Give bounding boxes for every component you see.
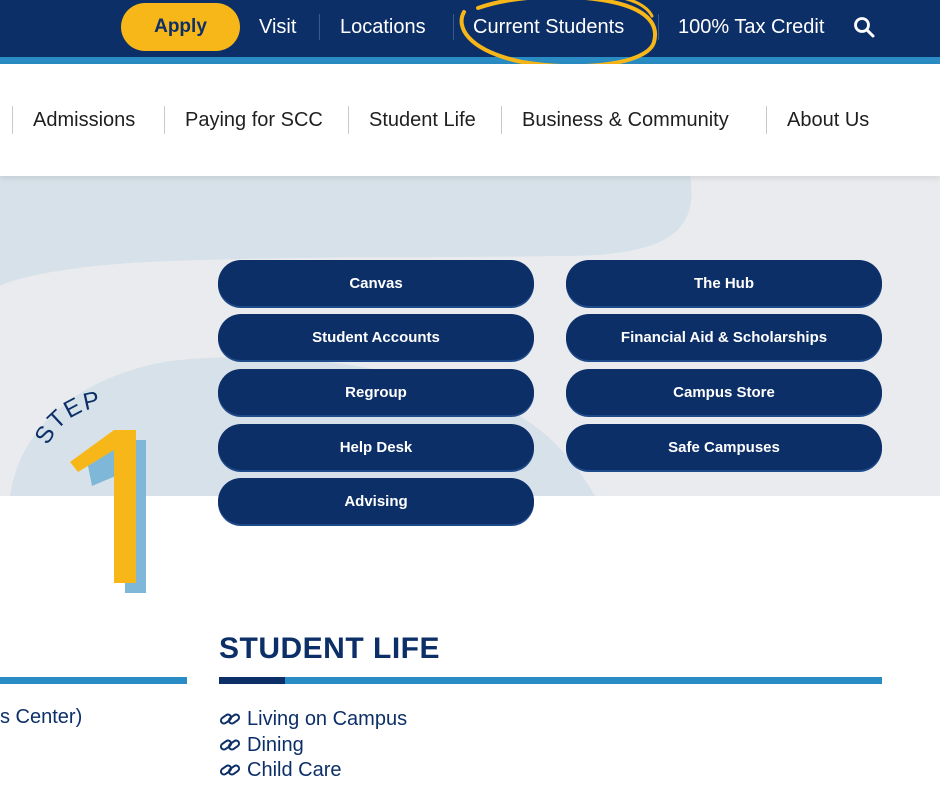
quick-link-student-accounts[interactable]: Student Accounts (218, 314, 534, 360)
main-nav-separator (501, 106, 502, 134)
main-nav-about-us[interactable]: About Us (787, 64, 869, 176)
util-separator (658, 14, 659, 40)
left-section-rule (0, 677, 187, 684)
main-nav-paying-for-scc[interactable]: Paying for SCC (185, 64, 323, 176)
util-link-current-students[interactable]: Current Students (473, 0, 624, 54)
student-life-link-label: Living on Campus (247, 707, 408, 730)
main-nav-separator (12, 106, 13, 134)
utility-bar-stripe (0, 57, 940, 64)
student-life-rule (219, 677, 882, 684)
quick-link-financial-aid[interactable]: Financial Aid & Scholarships (566, 314, 882, 360)
student-life-link-child-care[interactable]: Child Care (219, 758, 341, 782)
student-life-link-label: Child Care (247, 758, 342, 781)
util-separator (453, 14, 454, 40)
main-nav: Admissions Paying for SCC Student Life B… (0, 64, 940, 176)
step-word: STEP (30, 388, 104, 449)
quick-link-help-desk[interactable]: Help Desk (218, 424, 534, 470)
student-life-title: STUDENT LIFE (219, 632, 440, 665)
student-life-link-living[interactable]: Living on Campus (219, 707, 407, 731)
link-icon (219, 713, 241, 725)
main-nav-student-life[interactable]: Student Life (369, 64, 476, 176)
main-nav-separator (348, 106, 349, 134)
main-nav-business-community[interactable]: Business & Community (522, 64, 729, 176)
student-life-link-label: Dining (247, 733, 304, 756)
main-nav-separator (766, 106, 767, 134)
search-icon[interactable] (852, 15, 876, 39)
main-nav-separator (164, 106, 165, 134)
quick-link-campus-store[interactable]: Campus Store (566, 369, 882, 415)
utility-bar: Apply Visit Locations Current Students 1… (0, 0, 940, 57)
util-link-visit[interactable]: Visit (259, 0, 296, 54)
quick-link-regroup[interactable]: Regroup (218, 369, 534, 415)
link-icon (219, 739, 241, 751)
util-link-locations[interactable]: Locations (340, 0, 426, 54)
student-life-link-dining[interactable]: Dining (219, 733, 304, 757)
student-life-rule-accent (219, 677, 285, 684)
left-section-link[interactable]: s Center) (0, 706, 82, 729)
quick-link-advising[interactable]: Advising (218, 478, 534, 524)
apply-button[interactable]: Apply (121, 3, 240, 51)
link-icon (219, 764, 241, 776)
util-separator (319, 14, 320, 40)
step-one-graphic: STEP 1 (30, 388, 146, 593)
main-nav-admissions[interactable]: Admissions (33, 64, 135, 176)
quick-link-canvas[interactable]: Canvas (218, 260, 534, 306)
quick-link-the-hub[interactable]: The Hub (566, 260, 882, 306)
quick-link-safe-campuses[interactable]: Safe Campuses (566, 424, 882, 470)
util-link-tax-credit[interactable]: 100% Tax Credit (678, 0, 824, 54)
